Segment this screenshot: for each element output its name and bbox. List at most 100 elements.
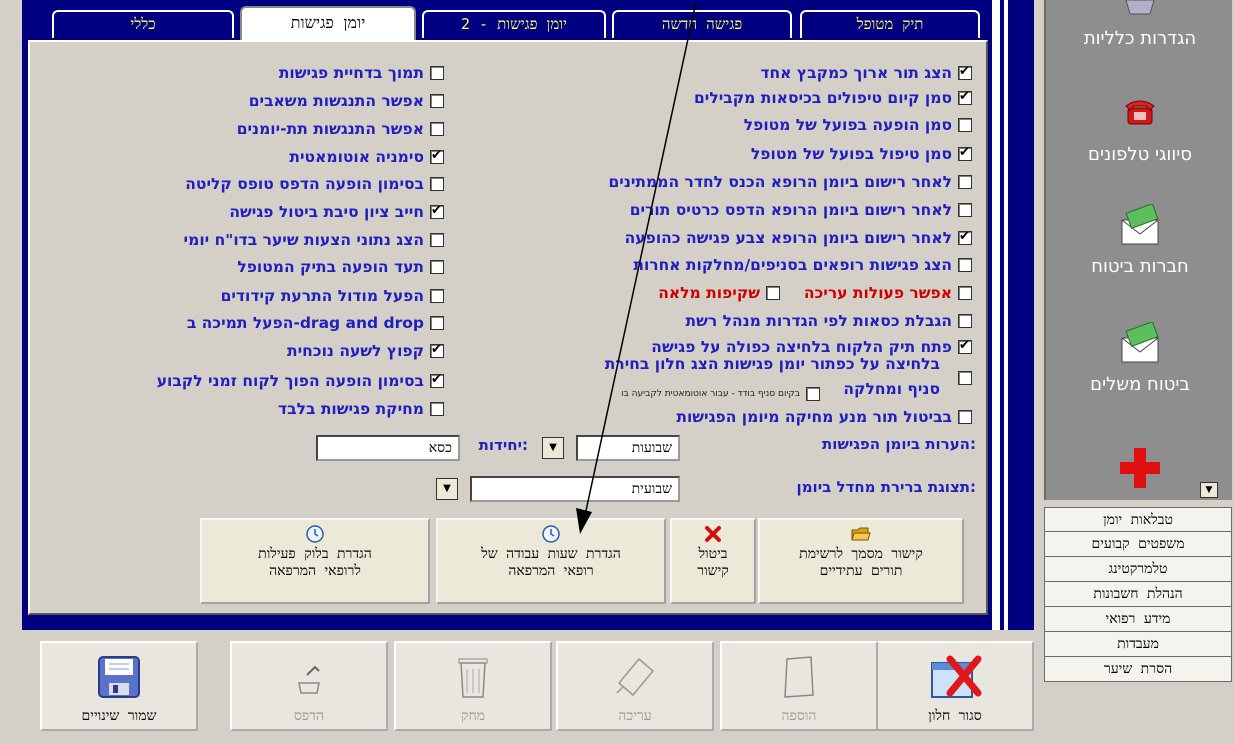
allow-edit-option[interactable]: אפשר פעולות עריכה	[804, 281, 972, 305]
right-option[interactable]: הגבלת כסאות לפי הגדרות מנהל רשת	[686, 309, 972, 333]
checkbox[interactable]	[766, 286, 780, 300]
checkbox[interactable]	[430, 233, 444, 247]
cancel-block-option[interactable]: בביטול תור מנע מחיקה מיומן הפגישות	[676, 405, 972, 429]
left-option[interactable]: תמוך בדחיית פגישות	[279, 61, 444, 85]
option-label: אפשר פעולות עריכה	[803, 284, 952, 302]
checkbox[interactable]	[958, 175, 972, 189]
checkbox[interactable]	[430, 148, 444, 164]
checkbox[interactable]	[430, 203, 444, 219]
left-option[interactable]: אפשר התנגשות משאבים	[249, 89, 444, 113]
checkbox[interactable]	[958, 64, 972, 80]
sidebar-item-phones[interactable]: סיווגי טלפונים	[1046, 96, 1234, 176]
left-option[interactable]: קפוץ לשעה נוכחית	[287, 339, 444, 363]
option-label: הצג תור ארוך כמקבץ אחד	[760, 64, 952, 82]
option-label: סמן קיום טיפולים בכיסאות מקבילים	[694, 89, 952, 107]
money-envelope-icon	[1046, 203, 1234, 256]
sidebar-list-item[interactable]: טבלאות יומן	[1044, 507, 1232, 532]
units-field[interactable]: כסא	[316, 435, 460, 461]
branch-click-option[interactable]	[958, 366, 972, 390]
right-option[interactable]: סמן הופעה בפועל של מטופל	[744, 113, 972, 137]
sidebar-item-insurance[interactable]: חברות ביטוח	[1046, 203, 1234, 304]
checkbox[interactable]	[958, 229, 972, 245]
tab-general[interactable]: כללי	[52, 10, 234, 38]
sidebar-item-settings[interactable]: הגדרות כלליות	[1046, 0, 1234, 70]
button-label: תורים עתידיים	[819, 563, 903, 579]
chevron-down-icon[interactable]: ▼	[1200, 482, 1218, 498]
toolbar-button[interactable]: מחק	[394, 641, 552, 731]
chevron-down-icon[interactable]: ▼	[542, 437, 564, 459]
left-option[interactable]: אפשר התנגשות תת-יומנים	[237, 117, 444, 141]
checkbox[interactable]	[958, 314, 972, 328]
activity-block-button[interactable]: הגדרת בלוק פעילות לרופאי המרפאה	[200, 518, 430, 604]
option-label: אפשר התנגשות תת-יומנים	[236, 120, 424, 138]
button-label: קישור	[697, 563, 729, 579]
printer-icon	[289, 653, 329, 705]
checkbox[interactable]	[430, 177, 444, 191]
clock-icon	[202, 524, 428, 546]
sidebar-item-label: ביטוח משלים	[1090, 374, 1190, 395]
floppy-disk-icon	[95, 653, 143, 705]
toolbar-button[interactable]: סגור חלון	[876, 641, 1034, 731]
chevron-down-icon[interactable]: ▼	[436, 478, 458, 500]
add-page-icon	[779, 653, 819, 705]
checkbox[interactable]	[430, 342, 444, 358]
checkbox[interactable]	[430, 289, 444, 303]
tab-patient-file[interactable]: תיק מטופל	[800, 10, 980, 38]
toolbar-button[interactable]: הוספה	[720, 641, 878, 731]
checkbox[interactable]	[958, 118, 972, 132]
left-option[interactable]: מחיקת פגישות בלבד	[278, 397, 444, 421]
option-label: בסימון הופעה הפוך לקוח זמני לקבוע	[156, 372, 424, 390]
toolbar-button-label: שמור שינויים	[81, 708, 157, 724]
sidebar-list-item[interactable]: משפטים קבועים	[1044, 532, 1232, 557]
left-option[interactable]: חייב ציון סיבת ביטול פגישה	[229, 200, 444, 224]
left-option[interactable]: סימניה אוטומאטית	[289, 145, 444, 169]
telephone-icon	[1046, 96, 1234, 144]
checkbox[interactable]	[806, 387, 820, 401]
option-label: סמן הופעה בפועל של מטופל	[743, 116, 952, 134]
checkbox[interactable]	[958, 286, 972, 300]
right-option[interactable]: סמן טיפול בפועל של מטופל	[751, 142, 972, 166]
option-label: קפוץ לשעה נוכחית	[287, 342, 424, 360]
sidebar-list-item[interactable]: הנהלת חשבונות	[1044, 582, 1232, 607]
checkbox[interactable]	[430, 316, 444, 330]
toolbar-button[interactable]: הדפס	[230, 641, 388, 731]
checkbox[interactable]	[958, 410, 972, 424]
left-option[interactable]: הצג נתוני הצעות שיער בדו"ח יומי	[184, 228, 444, 252]
option-label: סמן טיפול בפועל של מטופל	[750, 145, 952, 163]
checkbox[interactable]	[430, 402, 444, 416]
checkbox[interactable]	[958, 203, 972, 217]
checkbox[interactable]	[958, 371, 972, 385]
left-option[interactable]: הפעל מודול התרעת קידודים	[221, 284, 444, 308]
checkbox[interactable]	[430, 122, 444, 136]
option-label: הפעל מודול התרעת קידודים	[220, 287, 424, 305]
checkbox[interactable]	[958, 338, 972, 354]
checkbox[interactable]	[958, 89, 972, 105]
checkbox[interactable]	[430, 66, 444, 80]
checkbox[interactable]	[958, 145, 972, 161]
checkbox[interactable]	[958, 258, 972, 272]
default-display-label: תצוגת ברירת מחדל ביומן:	[796, 478, 976, 496]
checkbox[interactable]	[430, 372, 444, 388]
sidebar-list-item[interactable]: טלמרקטינג	[1044, 557, 1232, 582]
link-document-button[interactable]: קישור מסמך לרשימת תורים עתידיים	[758, 518, 964, 604]
option-label: הגבלת כסאות לפי הגדרות מנהל רשת	[685, 312, 952, 330]
checkbox[interactable]	[430, 260, 444, 274]
frame-divider	[992, 0, 1000, 630]
tab-diary[interactable]: יומן פגישות	[240, 6, 416, 40]
toolbar-button[interactable]: שמור שינויים	[40, 641, 198, 731]
sidebar-item-supplemental[interactable]: ביטוח משלים	[1046, 321, 1234, 422]
left-option[interactable]: הפעל תמיכה ב-drag and drop	[187, 311, 444, 335]
option-label: סימניה אוטומאטית	[289, 148, 424, 166]
checkbox[interactable]	[430, 94, 444, 108]
sidebar-list-item[interactable]: מידע רפואי	[1044, 607, 1232, 632]
toolbar-button[interactable]: עריכה	[556, 641, 714, 731]
sidebar-list-item[interactable]: הסרת שיער	[1044, 657, 1232, 682]
left-option[interactable]: בסימון הופעה הדפס טופס קליטה	[185, 172, 444, 196]
sidebar-list-item[interactable]: מעבדות	[1044, 632, 1232, 657]
right-option[interactable]: הצג תור ארוך כמקבץ אחד	[760, 61, 972, 85]
frame-divider	[1004, 0, 1008, 630]
left-option[interactable]: תעד הופעה בתיק המטופל	[237, 255, 444, 279]
left-option[interactable]: בסימון הופעה הפוך לקוח זמני לקבוע	[157, 369, 444, 393]
right-option[interactable]: סמן קיום טיפולים בכיסאות מקבילים	[694, 86, 972, 110]
sidebar-item-label: הגדרות כלליות	[1083, 28, 1197, 49]
